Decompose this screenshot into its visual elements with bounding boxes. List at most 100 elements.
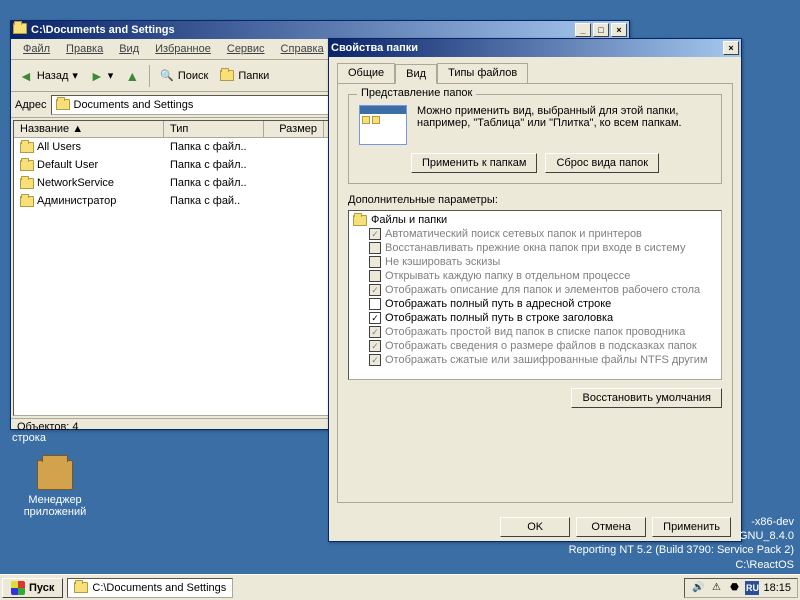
menu-file[interactable]: Файл — [15, 41, 58, 57]
explorer-titlebar[interactable]: C:\Documents and Settings _ □ × — [11, 21, 629, 39]
minimize-button[interactable]: _ — [575, 23, 591, 37]
start-button[interactable]: Пуск — [2, 578, 63, 598]
folder-icon — [13, 23, 27, 37]
alert-icon[interactable]: ⚠ — [709, 581, 723, 595]
option-label: Отображать полный путь в адресной строке — [385, 298, 611, 310]
forward-arrow-icon: ► — [90, 68, 104, 84]
advanced-options-list[interactable]: Файлы и папки ✓ Автоматический поиск сете… — [348, 210, 722, 380]
col-type[interactable]: Тип — [164, 121, 264, 137]
folder-icon — [20, 160, 34, 171]
clock[interactable]: 18:15 — [763, 582, 791, 594]
option-item[interactable]: Отображать полный путь в адресной строке — [351, 297, 719, 311]
checkbox[interactable] — [369, 256, 381, 268]
folder-icon — [220, 70, 234, 81]
menu-tools[interactable]: Сервис — [219, 41, 273, 57]
option-item[interactable]: Не кэшировать эскизы — [351, 255, 719, 269]
file-size — [264, 139, 324, 155]
back-button[interactable]: ◄ Назад ▾ — [15, 66, 82, 86]
option-label: Автоматический поиск сетевых папок и при… — [385, 228, 642, 240]
shortcut-label: Менеджер приложений — [20, 494, 90, 518]
usb-icon[interactable]: ⬣ — [727, 581, 741, 595]
checkbox[interactable]: ✓ — [369, 284, 381, 296]
checkbox[interactable]: ✓ — [369, 340, 381, 352]
apply-to-folders-button[interactable]: Применить к папкам — [411, 153, 538, 173]
tree-root: Файлы и папки — [351, 213, 719, 227]
option-item[interactable]: ✓ Отображать описание для папок и элемент… — [351, 283, 719, 297]
checkbox[interactable]: ✓ — [369, 312, 381, 324]
option-item[interactable]: Восстанавливать прежние окна папок при в… — [351, 241, 719, 255]
sysinfo-line: C:\ReactOS — [569, 558, 794, 572]
folder-icon — [56, 99, 70, 110]
file-name: Администратор — [37, 195, 116, 207]
checkbox[interactable] — [369, 298, 381, 310]
task-label: C:\Documents and Settings — [92, 582, 226, 594]
up-arrow-icon: ▲ — [125, 68, 139, 84]
option-item[interactable]: Открывать каждую папку в отдельном проце… — [351, 269, 719, 283]
up-button[interactable]: ▲ — [121, 66, 143, 86]
dropdown-icon: ▾ — [72, 69, 78, 82]
col-size[interactable]: Размер — [264, 121, 324, 137]
search-button[interactable]: 🔍 Поиск — [156, 67, 212, 84]
menu-favorites[interactable]: Избранное — [147, 41, 219, 57]
tab-panel-view: Представление папок Можно применить вид,… — [337, 83, 733, 503]
option-label: Отображать простой вид папок в списке па… — [385, 326, 685, 338]
tab-filetypes[interactable]: Типы файлов — [437, 63, 528, 83]
option-item[interactable]: ✓Отображать полный путь в строке заголов… — [351, 311, 719, 325]
address-label: Адрес — [15, 99, 47, 111]
folders-button[interactable]: Папки — [216, 68, 273, 84]
tab-view[interactable]: Вид — [395, 64, 437, 84]
option-label: Отображать сведения о размере файлов в п… — [385, 340, 697, 352]
ok-button[interactable]: OK — [500, 517, 570, 537]
start-label: Пуск — [29, 582, 54, 594]
maximize-button[interactable]: □ — [593, 23, 609, 37]
dialog-titlebar[interactable]: Свойства папки × — [329, 39, 741, 57]
search-icon: 🔍 — [160, 69, 174, 82]
taskbar-item-explorer[interactable]: C:\Documents and Settings — [67, 578, 233, 598]
col-name[interactable]: Название ▲ — [14, 121, 164, 137]
menu-edit[interactable]: Правка — [58, 41, 111, 57]
file-size — [264, 193, 324, 209]
close-button[interactable]: × — [723, 41, 739, 55]
sort-asc-icon: ▲ — [72, 123, 83, 135]
separator — [149, 65, 150, 87]
language-indicator[interactable]: RU — [745, 581, 759, 595]
checkbox[interactable]: ✓ — [369, 326, 381, 338]
advanced-label: Дополнительные параметры: — [348, 194, 722, 206]
explorer-title: C:\Documents and Settings — [31, 24, 175, 36]
option-label: Не кэшировать эскизы — [385, 256, 500, 268]
file-size — [264, 175, 324, 191]
forward-button[interactable]: ► ▾ — [86, 66, 117, 86]
sysinfo-line: Reporting NT 5.2 (Build 3790: Service Pa… — [569, 543, 794, 557]
menu-view[interactable]: Вид — [111, 41, 147, 57]
checkbox[interactable]: ✓ — [369, 354, 381, 366]
leftover-text: строка — [12, 432, 46, 444]
option-item[interactable]: ✓ Отображать простой вид папок в списке п… — [351, 325, 719, 339]
option-item[interactable]: ✓ Отображать сжатые или зашифрованные фай… — [351, 353, 719, 367]
close-button[interactable]: × — [611, 23, 627, 37]
system-info: -x86-dev GNU_8.4.0 Reporting NT 5.2 (Bui… — [569, 515, 794, 572]
option-label: Открывать каждую папку в отдельном проце… — [385, 270, 630, 282]
checkbox[interactable] — [369, 270, 381, 282]
back-label: Назад — [37, 70, 69, 82]
group-title: Представление папок — [357, 87, 476, 99]
option-label: Отображать сжатые или зашифрованные файл… — [385, 354, 708, 366]
volume-icon[interactable]: 🔊 — [691, 581, 705, 595]
menu-help[interactable]: Справка — [273, 41, 332, 57]
option-item[interactable]: ✓ Автоматический поиск сетевых папок и пр… — [351, 227, 719, 241]
dropdown-icon: ▾ — [108, 69, 114, 82]
app-manager-shortcut[interactable]: Менеджер приложений — [20, 460, 90, 518]
folder-icon — [20, 178, 34, 189]
checkbox[interactable]: ✓ — [369, 228, 381, 240]
checkbox[interactable] — [369, 242, 381, 254]
folder-icon — [353, 215, 367, 226]
restore-defaults-button[interactable]: Восстановить умолчания — [571, 388, 722, 408]
reset-folders-button[interactable]: Сброс вида папок — [545, 153, 659, 173]
folder-preview-icon — [359, 105, 407, 145]
folder-icon — [74, 582, 88, 593]
tab-general[interactable]: Общие — [337, 63, 395, 83]
option-label: Отображать описание для папок и элементо… — [385, 284, 700, 296]
file-type: Папка с файл.. — [164, 157, 264, 173]
option-item[interactable]: ✓ Отображать сведения о размере файлов в … — [351, 339, 719, 353]
address-value: Documents and Settings — [74, 99, 194, 111]
reactos-logo-icon — [11, 581, 25, 595]
